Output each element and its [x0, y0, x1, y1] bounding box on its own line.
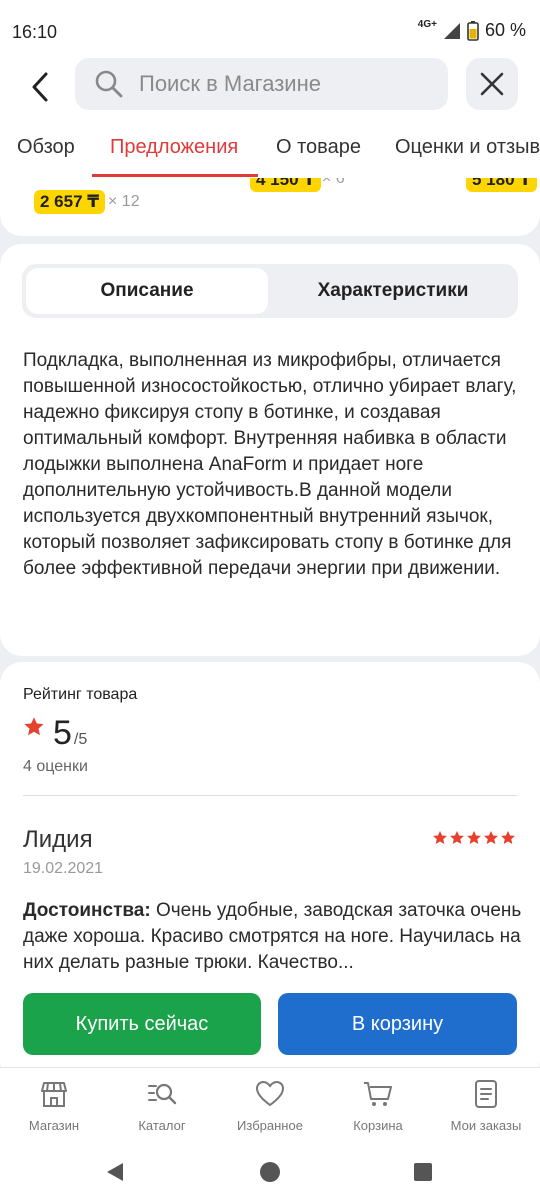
- tab-overview[interactable]: Обзор: [17, 136, 75, 159]
- battery-icon: [467, 20, 479, 41]
- header: [0, 56, 540, 116]
- recents-square-icon: [414, 1163, 432, 1181]
- review-author: Лидия: [23, 826, 93, 853]
- bottom-navigation: Магазин Каталог Избранное Корзина Мои за…: [0, 1067, 540, 1145]
- review-date: 19.02.2021: [23, 860, 104, 877]
- system-home-button[interactable]: [255, 1157, 285, 1187]
- catalog-search-icon: [148, 1083, 177, 1105]
- nav-cart[interactable]: Корзина: [324, 1078, 432, 1133]
- nav-favorites[interactable]: Избранное: [216, 1078, 324, 1133]
- search-input[interactable]: [139, 71, 439, 97]
- active-tab-indicator: [92, 174, 258, 177]
- buy-now-button[interactable]: Купить сейчас: [23, 993, 261, 1055]
- segment-specs[interactable]: Характеристики: [272, 268, 514, 314]
- nav-label: Каталог: [138, 1118, 186, 1133]
- rating-max: /5: [73, 731, 88, 748]
- chevron-left-icon: [32, 72, 48, 102]
- star-icon: [484, 831, 498, 844]
- orders-icon: [475, 1080, 497, 1108]
- close-icon: [480, 72, 504, 96]
- add-to-cart-button[interactable]: В корзину: [278, 993, 517, 1055]
- status-time: 16:10: [12, 22, 58, 42]
- star-icon: [24, 717, 44, 736]
- search-bar[interactable]: [75, 58, 448, 110]
- heart-icon: [255, 1080, 285, 1107]
- star-icon: [450, 831, 464, 844]
- offer-price[interactable]: 2 657 ₸: [34, 190, 106, 214]
- tab-about[interactable]: О товаре: [276, 136, 361, 159]
- network-type: 4G+: [417, 19, 437, 30]
- search-icon: [95, 70, 123, 98]
- description-card: Описание Характеристики Подкладка, выпол…: [0, 244, 540, 656]
- system-recents-button[interactable]: [408, 1157, 438, 1187]
- back-triangle-icon: [107, 1163, 123, 1181]
- section-tabs: Обзор Предложения О товаре Оценки и отзы…: [0, 116, 540, 178]
- offer-multiplier: × 12: [108, 193, 140, 210]
- rating-summary: 5 /5: [23, 714, 87, 753]
- review-stars: [432, 830, 516, 846]
- nav-label: Магазин: [28, 1118, 80, 1133]
- review-pros-label: Достоинства:: [23, 900, 151, 921]
- description-segmented-control: Описание Характеристики: [22, 264, 518, 318]
- offer-price[interactable]: 5 180 ₸: [466, 178, 538, 192]
- back-button[interactable]: [22, 62, 62, 110]
- segment-description[interactable]: Описание: [26, 268, 268, 314]
- rating-value: 5: [53, 714, 72, 752]
- offer-price[interactable]: 4 150 ₸: [250, 178, 322, 192]
- nav-label: Избранное: [237, 1118, 303, 1133]
- status-icons: 4G+ 60 %: [417, 19, 526, 41]
- cart-icon: [364, 1082, 392, 1106]
- rating-title: Рейтинг товара: [23, 686, 138, 703]
- status-bar: 16:10 4G+ 60 %: [0, 0, 540, 60]
- star-icon: [467, 831, 481, 844]
- offer-multiplier: × 6: [322, 178, 345, 187]
- system-navigation: [0, 1145, 540, 1200]
- offers-strip: 4 150 ₸ × 6 5 180 ₸ 2 657 ₸ × 12: [0, 178, 540, 236]
- divider: [23, 795, 517, 796]
- system-back-button[interactable]: [100, 1157, 130, 1187]
- description-text: Подкладка, выполненная из микрофибры, от…: [23, 350, 517, 579]
- review-text: Достоинства: Очень удобные, заводская за…: [23, 898, 523, 976]
- home-circle-icon: [260, 1162, 280, 1182]
- nav-label: Корзина: [353, 1118, 403, 1133]
- nav-label: Мои заказы: [450, 1118, 522, 1133]
- nav-shop[interactable]: Магазин: [0, 1078, 108, 1133]
- battery-level: 60 %: [484, 20, 526, 40]
- nav-catalog[interactable]: Каталог: [108, 1078, 216, 1133]
- star-icon: [433, 831, 447, 844]
- signal-icon: [443, 22, 460, 39]
- close-button[interactable]: [466, 58, 518, 110]
- tab-reviews[interactable]: Оценки и отзывы: [395, 136, 540, 159]
- shop-icon: [41, 1082, 67, 1107]
- rating-count: 4 оценки: [23, 758, 88, 775]
- nav-orders[interactable]: Мои заказы: [432, 1078, 540, 1133]
- star-icon: [501, 831, 515, 844]
- tab-offers[interactable]: Предложения: [110, 136, 238, 159]
